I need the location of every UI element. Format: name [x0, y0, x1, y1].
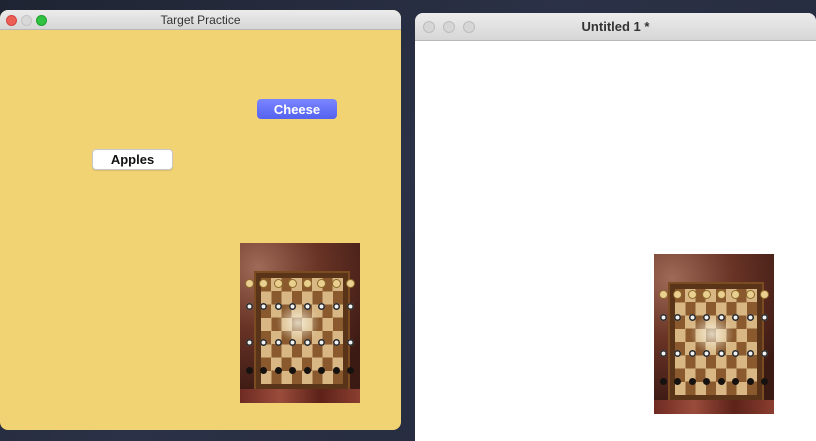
chessboard-photo[interactable] [654, 254, 774, 414]
window-title: Untitled 1 * [581, 19, 650, 34]
apples-button[interactable]: Apples [92, 149, 173, 170]
untitled-document-window: Untitled 1 * [415, 13, 816, 441]
target-practice-window: Target Practice Cheese Apples [0, 10, 401, 430]
window-title: Target Practice [160, 13, 241, 27]
title-bar[interactable]: Untitled 1 * [415, 13, 816, 41]
chessboard-photo[interactable] [240, 243, 360, 403]
cheese-button[interactable]: Cheese [257, 99, 337, 119]
title-bar[interactable]: Target Practice [0, 10, 401, 30]
